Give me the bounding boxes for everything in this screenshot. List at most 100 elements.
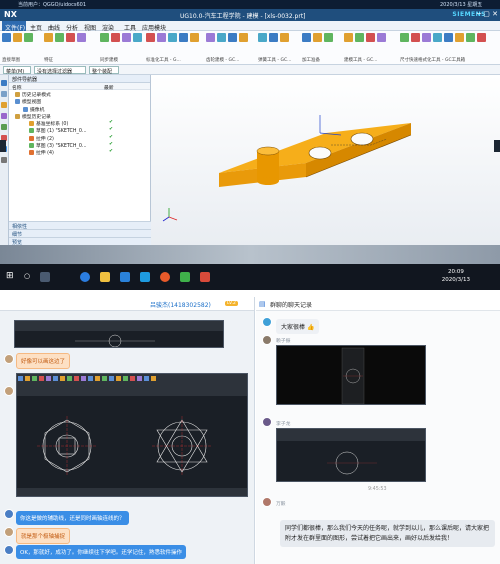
ribbon-tool-icon[interactable]	[100, 33, 109, 42]
windows-start-icon[interactable]: ⊞	[6, 271, 14, 281]
ribbon-tool-icon[interactable]	[217, 33, 226, 42]
ribbon-tool-icon[interactable]	[313, 33, 322, 42]
ribbon-group-7	[344, 33, 386, 42]
tree-node[interactable]: 拉伸 (2) ✔	[9, 135, 150, 142]
ribbon-group-label: 弹簧工具 - GC...	[258, 58, 292, 63]
ribbon-tool-icon[interactable]	[355, 33, 364, 42]
red-app-icon[interactable]	[160, 272, 170, 282]
ribbon-tool-icon[interactable]	[411, 33, 420, 42]
ribbon-tool-icon[interactable]	[111, 33, 120, 42]
ribbon-tool-icon[interactable]	[269, 33, 278, 42]
panel-preview[interactable]: 预览	[9, 237, 151, 246]
up-to-date-check-icon: ✔	[109, 149, 114, 155]
sender-name-4: 万毅	[276, 502, 286, 507]
menu-item-0[interactable]: 文件(F)	[2, 21, 26, 32]
sender-avatar-4[interactable]	[262, 497, 272, 507]
ribbon-tool-icon[interactable]	[190, 33, 199, 42]
next-arrow-icon[interactable]	[494, 140, 500, 152]
sender-avatar-3[interactable]	[262, 417, 272, 427]
window-controls[interactable]: ─ ▢ ✕	[477, 10, 498, 18]
ribbon-tool-icon[interactable]	[280, 33, 289, 42]
ribbon-tool-icon[interactable]	[466, 33, 475, 42]
search-icon[interactable]: ○	[24, 272, 30, 280]
resource-bar	[0, 75, 9, 245]
taskbar-clock[interactable]: 20:09 2020/3/13	[442, 268, 470, 284]
ribbon-tool-icon[interactable]	[377, 33, 386, 42]
file-explorer-icon[interactable]	[100, 272, 110, 282]
student-avatar[interactable]	[4, 354, 14, 364]
tree-node[interactable]: 拉伸 (4) ✔	[9, 149, 150, 156]
ribbon-tool-icon[interactable]	[168, 33, 177, 42]
tree-node[interactable]: 历史记录模式	[9, 91, 150, 98]
sender-avatar-1[interactable]	[262, 317, 272, 327]
qq-icon[interactable]	[140, 272, 150, 282]
ribbon-tool-icon[interactable]	[477, 33, 486, 42]
cad-screenshot-2[interactable]	[16, 373, 248, 497]
tree-node[interactable]: 草图 (3) "SKETCH_0... ✔	[9, 142, 150, 149]
ribbon-tool-icon[interactable]	[77, 33, 86, 42]
ribbon-tool-icon[interactable]	[422, 33, 431, 42]
cad-screenshot-1[interactable]	[14, 320, 224, 348]
ribbon-group-label: 直接草图	[2, 58, 20, 63]
ribbon-tool-icon[interactable]	[13, 33, 22, 42]
history-screenshot-2[interactable]	[276, 428, 426, 482]
up-to-date-check-icon: ✔	[109, 142, 114, 148]
navigator-icon[interactable]	[1, 80, 7, 86]
nx-app-icon[interactable]	[200, 272, 210, 282]
history-title: 群聊的聊天记录	[270, 302, 313, 309]
student-avatar-3[interactable]	[4, 527, 14, 537]
system-scene-icon[interactable]	[1, 157, 7, 163]
ribbon-tool-icon[interactable]	[455, 33, 464, 42]
ribbon-tool-icon[interactable]	[302, 33, 311, 42]
ribbon-tool-icon[interactable]	[366, 33, 375, 42]
ribbon-tool-icon[interactable]	[228, 33, 237, 42]
tree-node[interactable]: 基准坐标系 (0) ✔	[9, 120, 150, 127]
task-view-icon[interactable]	[40, 272, 50, 282]
col-latest[interactable]: 最新	[104, 84, 114, 91]
ribbon-tool-icon[interactable]	[324, 33, 333, 42]
ribbon-tool-icon[interactable]	[133, 33, 142, 42]
ribbon-tool-icon[interactable]	[122, 33, 131, 42]
edge-browser-icon[interactable]	[80, 272, 90, 282]
ribbon-tool-icon[interactable]	[344, 33, 353, 42]
teacher-avatar[interactable]	[4, 509, 14, 519]
tree-node[interactable]: 模型历史记录	[9, 113, 150, 120]
store-icon[interactable]	[120, 272, 130, 282]
ribbon-tool-icon[interactable]	[2, 33, 11, 42]
history-screenshot-1[interactable]	[276, 345, 426, 405]
tree-node[interactable]: 草图 (1) "SKETCH_0... ✔	[9, 127, 150, 134]
ribbon-tool-icon[interactable]	[206, 33, 215, 42]
ribbon-tool-icon[interactable]	[433, 33, 442, 42]
wechat-icon[interactable]	[180, 272, 190, 282]
ribbon-tool-icon[interactable]	[239, 33, 248, 42]
ribbon-tool-icon[interactable]	[400, 33, 409, 42]
ribbon-tool-icon[interactable]	[146, 33, 155, 42]
panel-dependencies[interactable]: 相依性	[9, 221, 151, 230]
ribbon-tool-icon[interactable]	[444, 33, 453, 42]
ribbon-tool-icon[interactable]	[24, 33, 33, 42]
teacher-avatar-2[interactable]	[4, 545, 14, 555]
graphics-viewport[interactable]	[151, 75, 500, 245]
sender-avatar-2[interactable]	[262, 335, 272, 345]
scope-dropdown[interactable]: 整个装配	[89, 66, 119, 75]
ribbon-tool-icon[interactable]	[55, 33, 64, 42]
menu-dropdown[interactable]: 菜单(M)	[3, 66, 31, 75]
constraint-icon[interactable]	[1, 102, 7, 108]
ribbon-tool-icon[interactable]	[157, 33, 166, 42]
history-icon[interactable]	[1, 124, 7, 130]
chat-contact-name[interactable]: 吕骏杰(1418302582)	[150, 300, 211, 309]
student-avatar-2[interactable]	[4, 386, 14, 396]
ribbon-tool-icon[interactable]	[66, 33, 75, 42]
ribbon-tool-icon[interactable]	[179, 33, 188, 42]
tree-node[interactable]: 摄像机	[9, 106, 150, 113]
panel-details[interactable]: 细节	[9, 229, 151, 238]
reuse-library-icon[interactable]	[1, 113, 7, 119]
assembly-icon[interactable]	[1, 91, 7, 97]
ribbon-tool-icon[interactable]	[44, 33, 53, 42]
dark-cad-preview	[341, 347, 365, 404]
ribbon-tool-icon[interactable]	[258, 33, 267, 42]
filter-dropdown[interactable]: 没有选择过滤器	[34, 66, 86, 75]
tree-node[interactable]: 模型视图	[9, 98, 150, 105]
prev-arrow-icon[interactable]	[0, 140, 6, 152]
navigator-columns: 名称 最新	[9, 83, 150, 91]
